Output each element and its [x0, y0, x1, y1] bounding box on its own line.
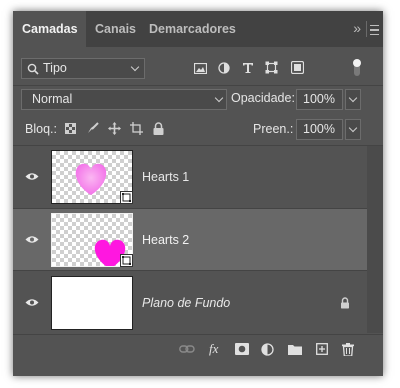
eye-visibility-icon[interactable] — [25, 172, 39, 181]
layer-name[interactable]: Hearts 1 — [142, 170, 189, 184]
panel-menu-icon[interactable] — [370, 25, 379, 35]
smart-object-badge-icon — [120, 191, 133, 204]
layer-mask-icon[interactable] — [235, 343, 249, 355]
layer-row-selected[interactable]: Hearts 2 — [13, 209, 367, 270]
eye-visibility-icon[interactable] — [25, 298, 39, 307]
tab-camadas[interactable]: Camadas — [13, 11, 86, 47]
link-layers-icon[interactable] — [179, 344, 195, 354]
type-filter-icon[interactable] — [242, 62, 254, 74]
lock-position-icon[interactable] — [108, 122, 121, 135]
fill-field[interactable]: 100% — [296, 119, 343, 140]
layer-filter-select[interactable]: Tipo — [21, 58, 145, 79]
lock-artboard-icon[interactable] — [130, 122, 143, 135]
chevron-down-icon — [348, 123, 358, 133]
fill-label: Preen.: — [253, 122, 294, 136]
filter-toggle-icon[interactable] — [352, 58, 362, 78]
layer-name[interactable]: Hearts 2 — [142, 233, 189, 247]
adjustment-filter-icon[interactable] — [218, 62, 230, 74]
layer-row[interactable]: Hearts 1 — [13, 146, 367, 208]
filter-kind-label: Tipo — [43, 61, 67, 75]
fill-value: 100% — [303, 122, 335, 136]
fill-dropdown-button[interactable] — [345, 119, 361, 140]
opacity-value: 100% — [303, 92, 335, 106]
scrollbar-track[interactable] — [367, 146, 383, 333]
smart-object-badge-icon — [120, 254, 133, 267]
tab-demarcadores[interactable]: Demarcadores — [149, 11, 236, 47]
layer-thumbnail[interactable] — [51, 150, 133, 204]
trash-icon[interactable] — [342, 343, 354, 356]
tab-bar: Camadas Canais Demarcadores » — [13, 11, 383, 47]
shape-filter-icon[interactable] — [265, 61, 278, 74]
opacity-label: Opacidade: — [231, 91, 295, 105]
search-icon — [27, 63, 39, 75]
tab-bar-divider — [366, 21, 367, 37]
layer-thumbnail[interactable] — [51, 276, 133, 330]
smart-object-filter-icon[interactable] — [291, 61, 304, 74]
layer-row[interactable]: Plano de Fundo — [13, 271, 367, 333]
blend-mode-label: Normal — [32, 92, 73, 106]
image-filter-icon[interactable] — [194, 63, 207, 74]
filter-divider — [13, 85, 383, 86]
layers-panel: Camadas Canais Demarcadores » Tipo Norma… — [13, 11, 383, 376]
tab-canais[interactable]: Canais — [95, 11, 136, 47]
lock-icon — [341, 297, 349, 309]
lock-transparent-icon[interactable] — [65, 123, 76, 134]
fx-icon[interactable]: fx — [209, 341, 218, 357]
layer-thumbnail[interactable] — [51, 213, 133, 269]
lock-label: Bloq.: — [25, 122, 57, 136]
adjustment-layer-icon[interactable] — [261, 343, 274, 356]
new-layer-icon[interactable] — [316, 343, 328, 355]
collapse-panel-icon[interactable]: » — [353, 11, 361, 47]
lock-all-icon[interactable] — [153, 122, 164, 135]
group-folder-icon[interactable] — [288, 344, 302, 355]
chevron-down-icon — [348, 93, 358, 103]
chevron-down-icon — [130, 62, 140, 72]
opacity-dropdown-button[interactable] — [345, 89, 361, 110]
chevron-down-icon — [214, 93, 224, 103]
blend-mode-select[interactable]: Normal — [21, 89, 227, 110]
bottom-divider — [13, 334, 383, 335]
lock-pixels-icon[interactable] — [87, 122, 99, 134]
layer-name[interactable]: Plano de Fundo — [142, 296, 230, 310]
eye-visibility-icon[interactable] — [25, 235, 39, 244]
opacity-field[interactable]: 100% — [296, 89, 343, 110]
